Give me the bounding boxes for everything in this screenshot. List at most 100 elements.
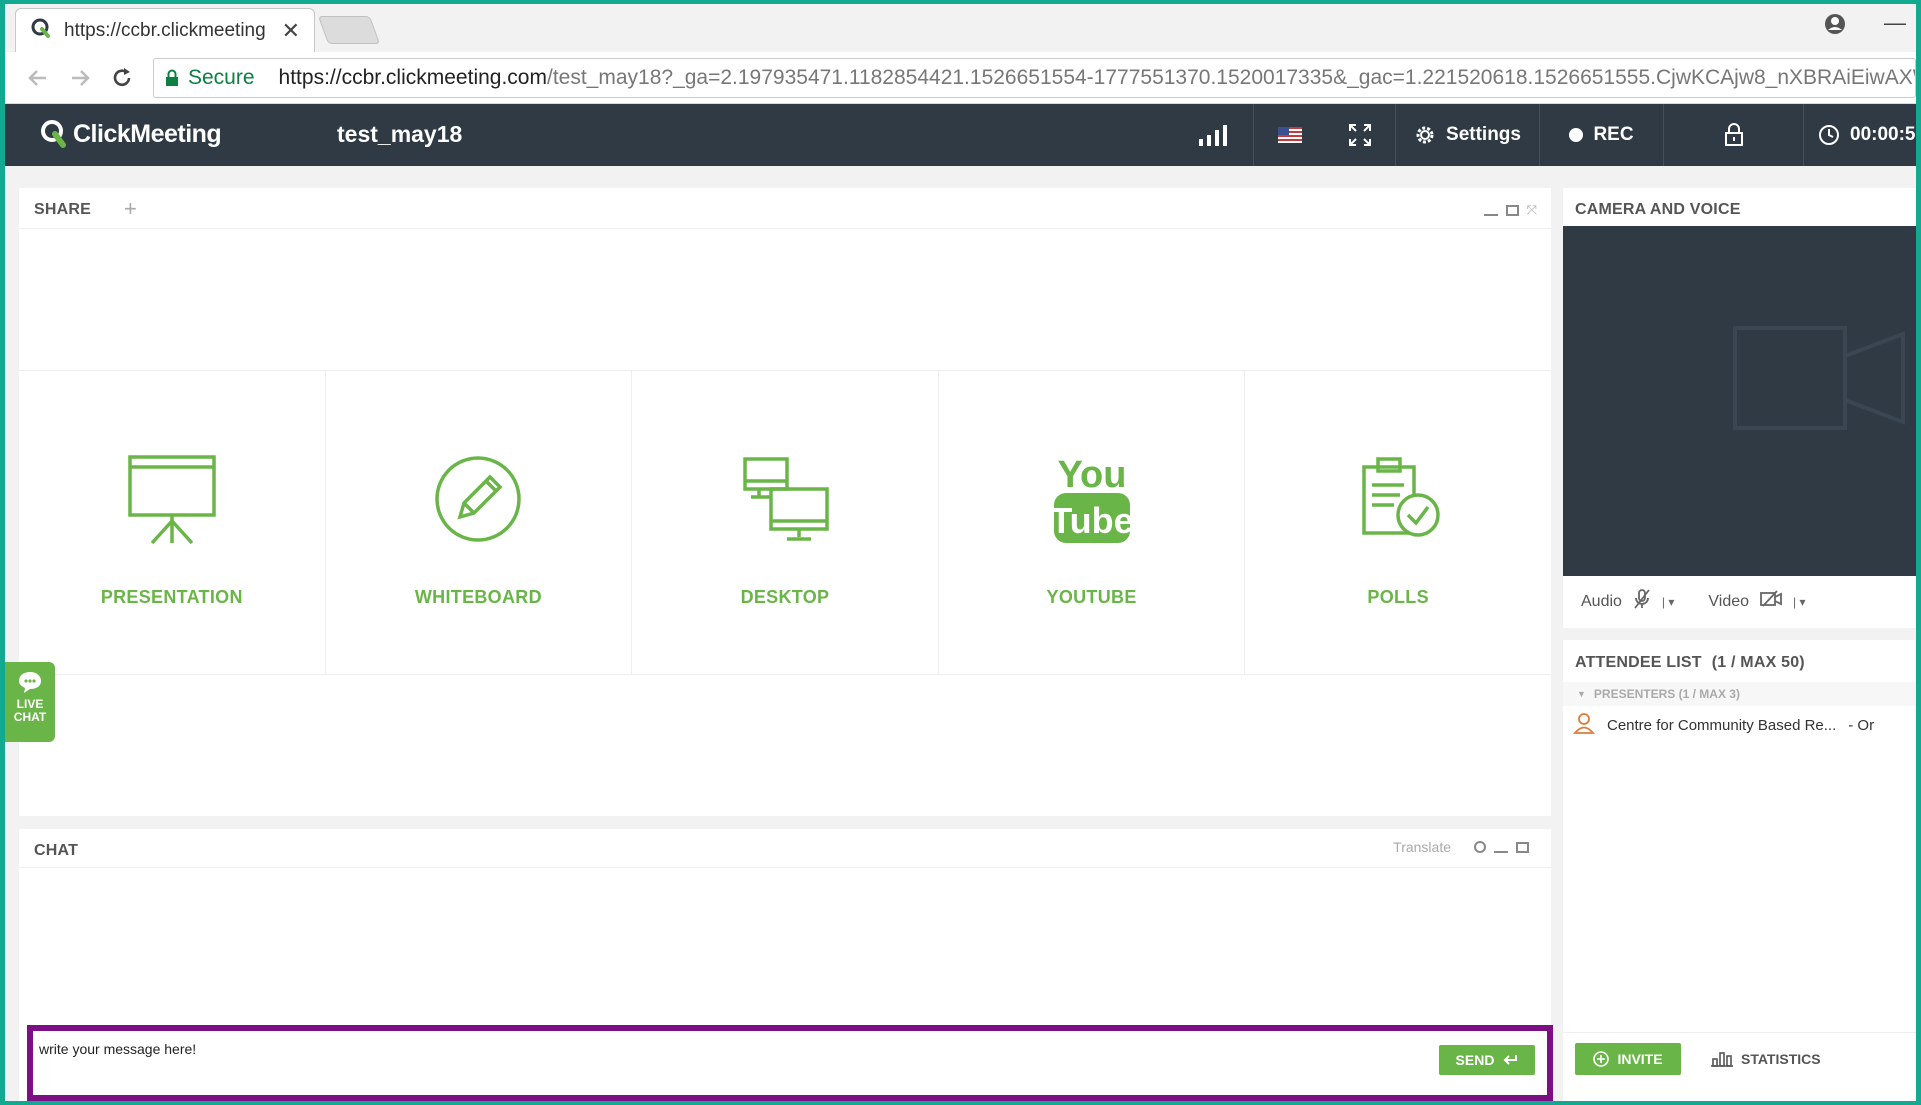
bar-chart-icon <box>1711 1052 1733 1067</box>
add-share-button[interactable]: + <box>124 196 137 222</box>
presenter-name: Centre for Community Based Re... <box>1607 716 1837 734</box>
minimize-icon[interactable] <box>1483 214 1498 216</box>
video-dropdown-icon[interactable]: | ▾ <box>1793 595 1805 609</box>
polls-button[interactable]: POLLS <box>1245 371 1551 674</box>
clickmeeting-logo: ClickMeeting <box>39 118 222 150</box>
chat-bubble-icon <box>19 672 41 693</box>
statistics-button[interactable]: STATISTICS <box>1711 1043 1821 1075</box>
connection-signal-icon[interactable] <box>1175 104 1253 166</box>
clock-icon <box>1819 125 1839 145</box>
minimize-icon[interactable] <box>1494 851 1508 853</box>
desktop-button[interactable]: DESKTOP <box>632 371 939 674</box>
audio-label: Audio <box>1581 592 1622 610</box>
chat-input-highlight: SEND <box>27 1025 1553 1101</box>
new-tab-button[interactable] <box>317 16 381 44</box>
chat-panel: CHAT Translate SEND <box>19 829 1553 1101</box>
svg-text:You: You <box>1057 454 1126 496</box>
clickmeeting-logo-icon <box>41 120 66 148</box>
media-controls: Audio | ▾ Video | ▾ <box>1581 588 1806 615</box>
url-path: /test_may18?_ga=2.197935471.1182854421.1… <box>546 65 1916 89</box>
presenter-role: - Or <box>1848 716 1875 734</box>
invite-label: INVITE <box>1617 1051 1663 1067</box>
live-chat-tab[interactable]: LIVE CHAT <box>5 662 55 742</box>
live-chat-label: LIVE CHAT <box>13 697 47 724</box>
tab-title: https://ccbr.clickmeeting <box>64 19 266 41</box>
camera-voice-panel: CAMERA AND VOICE Audio | ▾ Video | ▾ <box>1563 188 1916 628</box>
youtube-button[interactable]: You Tube YOUTUBE <box>939 371 1246 674</box>
app-header: ClickMeeting test_may18 Settings REC 00:… <box>5 104 1916 166</box>
presentation-button[interactable]: PRESENTATION <box>19 371 326 674</box>
room-name: test_may18 <box>337 121 463 147</box>
url-host: https://ccbr.clickmeeting.com <box>278 65 547 89</box>
video-preview <box>1563 226 1916 576</box>
minimize-window-icon[interactable]: — <box>1884 10 1906 36</box>
svg-text:Tube: Tube <box>1050 500 1133 541</box>
send-button[interactable]: SEND <box>1439 1045 1535 1075</box>
app-window: https://ccbr.clickmeeting ✕ — Secure htt… <box>5 4 1916 1101</box>
presenter-user-icon <box>1573 712 1595 738</box>
collapse-arrow-icon: ▼ <box>1577 689 1586 699</box>
close-tab-icon[interactable]: ✕ <box>282 18 300 44</box>
desktop-icon <box>735 449 835 549</box>
browser-toolbar: Secure https://ccbr.clickmeeting.com/tes… <box>5 52 1916 104</box>
presenters-header: PRESENTERS (1 / MAX 3) <box>1593 687 1740 701</box>
invite-button[interactable]: INVITE <box>1575 1043 1681 1075</box>
secure-label: Secure <box>188 65 255 89</box>
forward-icon[interactable] <box>59 67 101 89</box>
statistics-label: STATISTICS <box>1741 1051 1821 1067</box>
youtube-label: YOUTUBE <box>1046 587 1137 607</box>
attendee-list-panel: ATTENDEE LIST (1 / MAX 50) ▼ PRESENTERS … <box>1563 640 1916 1101</box>
maximize-icon[interactable] <box>1516 841 1529 853</box>
fullscreen-icon[interactable] <box>1325 104 1395 166</box>
secure-indicator[interactable]: Secure <box>164 66 255 90</box>
settings-button[interactable]: Settings <box>1395 104 1539 166</box>
reload-icon[interactable] <box>101 66 143 90</box>
share-window-controls: ⤧ <box>1483 202 1537 218</box>
video-muted-icon[interactable] <box>1759 590 1783 613</box>
desktop-label: DESKTOP <box>740 587 830 607</box>
address-bar[interactable]: Secure https://ccbr.clickmeeting.com/tes… <box>153 57 1916 98</box>
lock-room-icon[interactable] <box>1663 104 1803 166</box>
browser-tab[interactable]: https://ccbr.clickmeeting ✕ <box>15 8 315 52</box>
share-title: SHARE <box>34 201 92 218</box>
polls-icon <box>1348 449 1448 549</box>
meeting-timer: 00:00:5 <box>1803 104 1916 166</box>
whiteboard-button[interactable]: WHITEBOARD <box>326 371 633 674</box>
chat-title: CHAT <box>34 842 79 859</box>
rec-label: REC <box>1593 124 1634 145</box>
attendee-count: (1 / MAX 50) <box>1711 654 1805 671</box>
timer-value: 00:00:5 <box>1850 124 1916 145</box>
microphone-muted-icon[interactable] <box>1632 588 1652 615</box>
us-flag-icon[interactable] <box>1253 104 1325 166</box>
user-profile-icon[interactable] <box>1824 13 1846 40</box>
record-dot-icon <box>1569 128 1584 142</box>
enter-arrow-icon <box>1504 1055 1518 1065</box>
whiteboard-icon <box>428 449 528 549</box>
plus-circle-icon <box>1593 1051 1610 1067</box>
maximize-icon[interactable] <box>1505 204 1519 216</box>
back-icon[interactable] <box>17 67 59 89</box>
youtube-icon: You Tube <box>1042 449 1142 549</box>
record-button[interactable]: REC <box>1539 104 1663 166</box>
browser-tabstrip: https://ccbr.clickmeeting ✕ — <box>5 4 1916 52</box>
chat-message-input[interactable] <box>39 1041 1199 1057</box>
audio-dropdown-icon[interactable]: | ▾ <box>1662 595 1674 609</box>
camera-title: CAMERA AND VOICE <box>1575 201 1741 218</box>
attendee-list-title: ATTENDEE LIST <box>1575 654 1702 671</box>
chat-window-controls <box>1474 841 1529 853</box>
chat-settings-icon[interactable] <box>1474 841 1486 853</box>
send-label: SEND <box>1455 1052 1495 1068</box>
presentation-icon <box>122 449 222 549</box>
presentation-label: PRESENTATION <box>100 587 243 607</box>
presenters-group[interactable]: ▼ PRESENTERS (1 / MAX 3) <box>1563 682 1916 706</box>
gear-icon <box>1416 126 1434 144</box>
clickmeeting-favicon-icon <box>30 17 52 44</box>
video-label: Video <box>1708 592 1750 610</box>
video-camera-placeholder-icon <box>1733 326 1905 430</box>
translate-link[interactable]: Translate <box>1393 839 1451 855</box>
attendee-row[interactable]: Centre for Community Based Re... - Or <box>1573 712 1916 738</box>
share-panel: SHARE + ⤧ PRESENTATION WHITEBOARD DESKTO… <box>19 188 1551 816</box>
polls-label: POLLS <box>1367 587 1429 607</box>
expand-icon[interactable]: ⤧ <box>1527 202 1537 218</box>
settings-label: Settings <box>1446 124 1521 145</box>
